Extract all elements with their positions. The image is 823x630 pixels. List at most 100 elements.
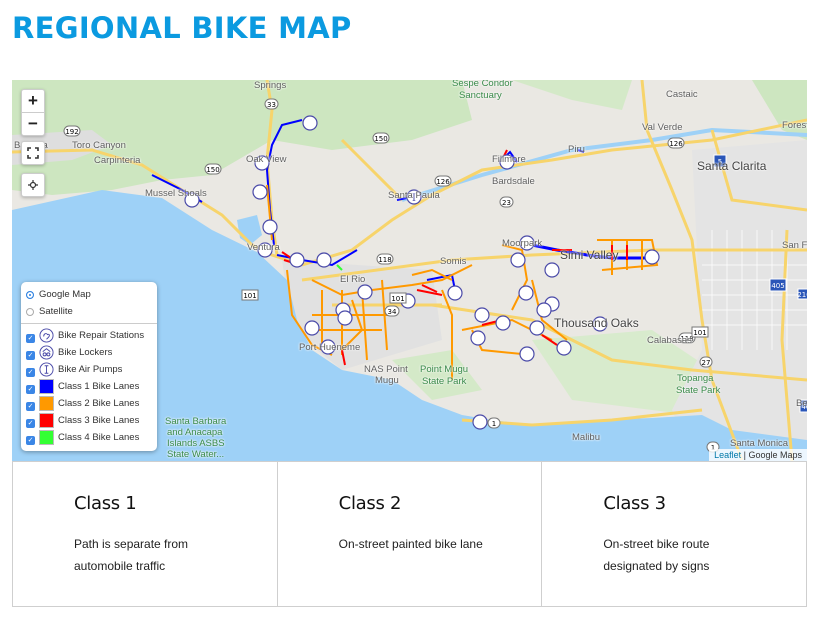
overlay-label: Bike Air Pumps (58, 364, 123, 375)
place-label: Bardsdale (492, 176, 535, 187)
svg-text:150: 150 (374, 135, 387, 143)
layers-control: Google Map Satellite ✓ Bike Repair Stati… (21, 282, 157, 451)
class1-swatch (39, 379, 54, 394)
overlay-label: Bike Repair Stations (58, 330, 145, 341)
class3-swatch (39, 413, 54, 428)
card-description: Path is separate from automobile traffic (74, 537, 189, 573)
checkbox-class1[interactable]: ✓ (26, 385, 35, 394)
page-title: REGIONAL BIKE MAP (12, 11, 352, 45)
class4-swatch (39, 430, 54, 445)
svg-text:33: 33 (267, 101, 276, 109)
place-label: State Water... (167, 449, 225, 460)
repair-station-icon (39, 328, 54, 343)
place-label: Castaic (666, 89, 698, 100)
svg-text:34: 34 (388, 308, 397, 316)
legend-divider (21, 323, 157, 324)
overlay-label: Class 3 Bike Lanes (58, 415, 140, 426)
card-description: On-street bike route designated by signs (603, 537, 710, 573)
overlay-label: Class 1 Bike Lanes (58, 381, 140, 392)
place-label: Forest (782, 120, 807, 131)
air-pump-icon (39, 362, 54, 377)
radio-google-map[interactable] (26, 290, 34, 299)
svg-text:101: 101 (391, 295, 404, 303)
place-label: Fillmore (492, 154, 526, 165)
checkbox-class4[interactable]: ✓ (26, 436, 35, 445)
place-label: NAS Point (364, 364, 408, 375)
place-label: Oak View (246, 154, 287, 165)
bike-locker-icon (39, 345, 54, 360)
place-label: Santa Barbara (165, 416, 227, 427)
svg-text:101: 101 (243, 292, 256, 300)
svg-text:210: 210 (797, 291, 807, 299)
place-label: El Rio (340, 274, 366, 285)
svg-text:23: 23 (502, 199, 511, 207)
place-label: Ventura (247, 242, 280, 253)
svg-text:126: 126 (436, 178, 450, 186)
locate-icon (28, 180, 38, 190)
checkbox-class3[interactable]: ✓ (26, 419, 35, 428)
overlay-air-pumps[interactable]: ✓ Bike Air Pumps (21, 361, 157, 378)
overlay-class1[interactable]: ✓ Class 1 Bike Lanes (21, 378, 157, 395)
checkbox-air-pumps[interactable]: ✓ (26, 368, 35, 377)
overlay-label: Class 4 Bike Lanes (58, 432, 140, 443)
place-label: Toro Canyon (72, 140, 126, 151)
bike-map[interactable]: I 33 192 150 150 126 126 23 5 210 118 11… (12, 80, 807, 461)
overlay-label: Bike Lockers (58, 347, 113, 358)
card-title: Class 1 (74, 493, 137, 514)
overlay-bike-lockers[interactable]: ✓ Bike Lockers (21, 344, 157, 361)
zoom-in-button[interactable]: + (22, 90, 44, 113)
place-label: Be (796, 398, 807, 409)
place-label: Santa Clarita (697, 159, 767, 173)
checkbox-repair-stations[interactable]: ✓ (26, 334, 35, 343)
place-label: Thousand Oaks (554, 316, 639, 330)
provider-label: Google Maps (748, 450, 802, 460)
svg-text:1: 1 (492, 420, 496, 428)
fullscreen-icon (27, 147, 39, 159)
card-class-1: Class 1 Path is separate from automobile… (12, 461, 278, 607)
overlay-class3[interactable]: ✓ Class 3 Bike Lanes (21, 412, 157, 429)
overlay-repair-stations[interactable]: ✓ Bike Repair Stations (21, 327, 157, 344)
card-class-2: Class 2 On-street painted bike lane (277, 461, 543, 607)
place-label: Islands ASBS (167, 438, 225, 449)
overlay-class4[interactable]: ✓ Class 4 Bike Lanes (21, 429, 157, 446)
base-layer-satellite[interactable]: Satellite (21, 303, 157, 320)
place-label: Piru (568, 144, 585, 155)
place-label: Moorpark (502, 238, 543, 249)
base-layer-label: Google Map (39, 289, 91, 300)
place-label: State Park (676, 385, 721, 396)
radio-satellite[interactable] (26, 307, 34, 316)
checkbox-bike-lockers[interactable]: ✓ (26, 351, 35, 360)
leaflet-link[interactable]: Leaflet (714, 450, 741, 460)
base-layer-google-map[interactable]: Google Map (21, 286, 157, 303)
svg-text:27: 27 (702, 359, 711, 367)
fullscreen-button[interactable] (21, 141, 45, 165)
place-label: Simi Valley (560, 248, 619, 262)
svg-text:126: 126 (669, 140, 683, 148)
place-label: Malibu (572, 432, 600, 443)
overlay-class2[interactable]: ✓ Class 2 Bike Lanes (21, 395, 157, 412)
checkbox-class2[interactable]: ✓ (26, 402, 35, 411)
place-label: Sanctuary (459, 90, 502, 101)
place-label: and Anacapa (167, 427, 223, 438)
place-label: Santa Paula (388, 190, 440, 201)
svg-text:118: 118 (378, 256, 391, 264)
forest-area (512, 80, 632, 110)
svg-text:192: 192 (65, 128, 78, 136)
place-label: Mussel Shoals (145, 188, 207, 199)
place-label: Mugu (375, 375, 399, 386)
overlay-label: Class 2 Bike Lanes (58, 398, 140, 409)
zoom-control: + − (21, 89, 45, 136)
card-title: Class 3 (603, 493, 666, 514)
place-label: Sespe Condor (452, 80, 513, 89)
card-class-3: Class 3 On-street bike route designated … (542, 461, 808, 607)
class2-swatch (39, 396, 54, 411)
place-label: Port Hueneme (299, 342, 361, 353)
place-label: State Park (422, 376, 467, 387)
locate-button[interactable] (21, 173, 45, 197)
place-label: Val Verde (642, 122, 683, 133)
zoom-out-button[interactable]: − (22, 113, 44, 135)
place-label: San Fern (782, 240, 807, 251)
svg-text:101: 101 (693, 329, 706, 337)
map-attribution: Leaflet | Google Maps (709, 449, 807, 461)
place-label: Calabasas (647, 335, 692, 346)
